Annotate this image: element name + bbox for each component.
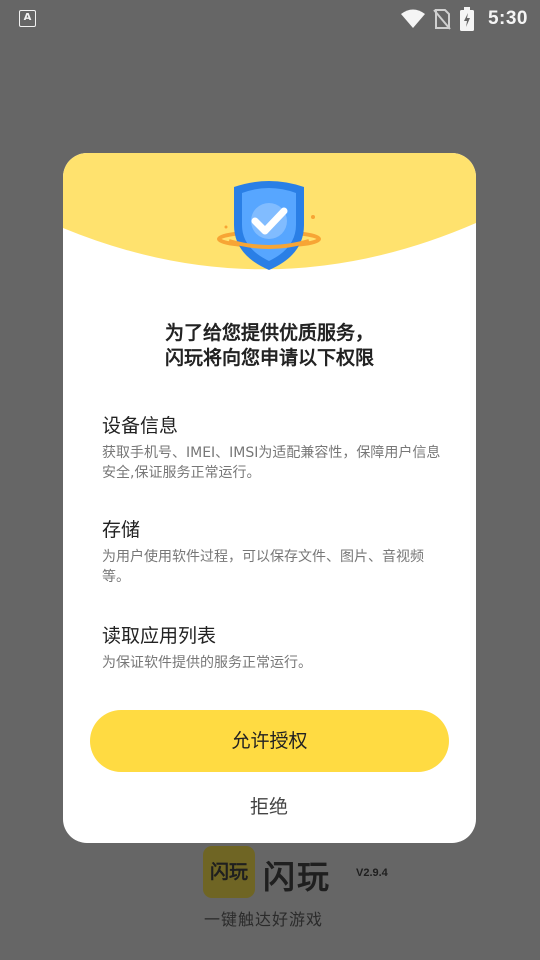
dialog-title-line2: 闪玩将向您申请以下权限: [164, 347, 374, 369]
permission-description: 为用户使用软件过程，可以保存文件、图片、音视频等。: [102, 549, 424, 585]
clock-time: 5:30: [487, 8, 528, 29]
app-slogan: 一键触达好游戏: [204, 910, 324, 929]
battery-charging-icon: [459, 7, 474, 31]
permission-description: 为保证软件提供的服务正常运行。: [102, 655, 312, 671]
app-logo: 闪玩: [203, 846, 255, 898]
dialog-title-line1: 为了给您提供优质服务，: [164, 322, 374, 344]
status-icons: 5:30: [400, 6, 528, 32]
permission-item-app-list: 读取应用列表 为保证软件提供的服务正常运行。: [102, 623, 442, 673]
shield-check-icon: [217, 181, 321, 270]
permission-dialog: 为了给您提供优质服务， 闪玩将向您申请以下权限 设备信息 获取手机号、IMEI、…: [63, 153, 476, 843]
dialog-title: 为了给您提供优质服务， 闪玩将向您申请以下权限: [63, 321, 476, 371]
app-version: V2.9.4: [356, 867, 388, 879]
status-bar: A 5:30: [0, 0, 540, 38]
permission-title: 设备信息: [102, 415, 179, 437]
deny-button[interactable]: 拒绝: [219, 789, 319, 825]
no-sim-icon: [433, 9, 451, 30]
app-name: 闪玩: [263, 858, 332, 896]
permission-item-device-info: 设备信息 获取手机号、IMEI、IMSI为适配兼容性，保障用户信息安全,保证服务…: [102, 413, 442, 483]
permission-title: 存储: [102, 519, 141, 541]
accessibility-icon: A: [19, 10, 36, 27]
permission-title: 读取应用列表: [102, 625, 217, 647]
allow-button[interactable]: 允许授权: [90, 710, 449, 772]
permission-description: 获取手机号、IMEI、IMSI为适配兼容性，保障用户信息安全,保证服务正常运行。: [102, 445, 441, 481]
wifi-icon: [400, 9, 425, 28]
permission-item-storage: 存储 为用户使用软件过程，可以保存文件、图片、音视频等。: [102, 517, 442, 587]
